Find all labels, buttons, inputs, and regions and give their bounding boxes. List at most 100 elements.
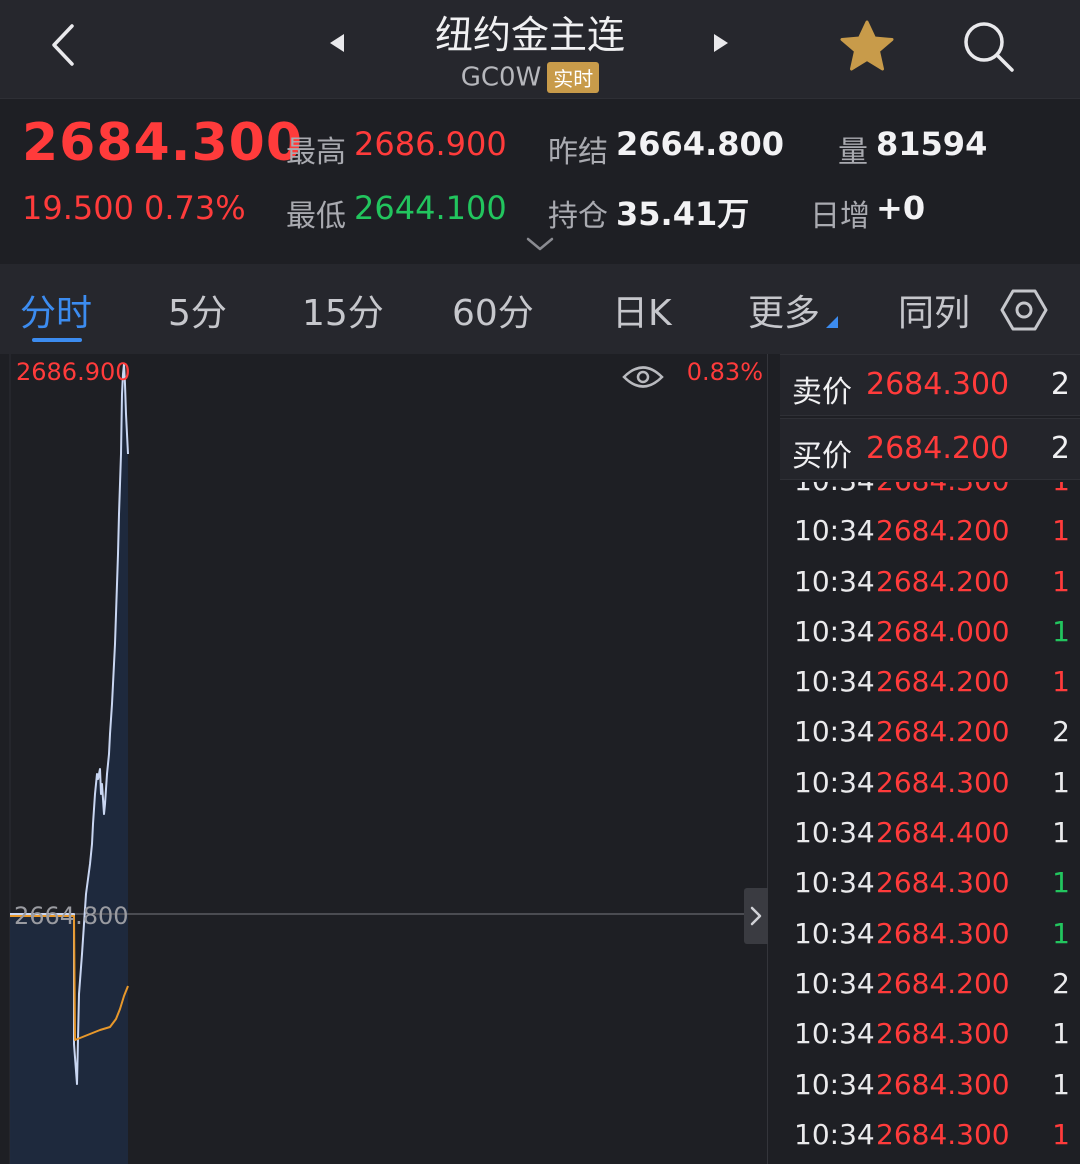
search-icon — [964, 22, 1014, 72]
tick-time: 10:34 — [794, 564, 875, 598]
chart-settings-button[interactable] — [1000, 286, 1048, 334]
tab-60min[interactable]: 60分 — [452, 284, 534, 336]
eye-toggle-button[interactable] — [622, 362, 664, 392]
tick-price: 2684.300 — [876, 1117, 1010, 1151]
prev-settle-value: 2664.800 — [616, 125, 785, 163]
tab-15min[interactable]: 15分 — [302, 284, 384, 336]
search-button[interactable] — [958, 16, 1018, 76]
tick-price: 2684.200 — [876, 564, 1010, 598]
hexagon-settings-icon — [1000, 289, 1048, 331]
low-value: 2644.100 — [354, 189, 507, 227]
tick-price: 2684.000 — [876, 614, 1010, 648]
tick-row: 10:34 2684.200 2 — [780, 707, 1080, 757]
favorite-button[interactable] — [838, 18, 896, 76]
chart-base-label: 2664.800 — [14, 902, 129, 930]
tick-price: 2684.300 — [876, 765, 1010, 799]
tick-volume: 1 — [1052, 665, 1070, 699]
ask-row[interactable]: 卖价 2684.300 2 — [780, 354, 1080, 416]
tick-row: 10:34 2684.200 2 — [780, 959, 1080, 1009]
bid-price: 2684.200 — [866, 431, 1010, 466]
tick-row: 10:34 2684.200 1 — [780, 657, 1080, 707]
open-interest-label: 持仓 — [548, 199, 608, 234]
prev-contract-arrow-icon[interactable] — [330, 34, 344, 52]
tab-same-series[interactable]: 同列 — [898, 284, 970, 336]
tick-price: 2684.300 — [876, 916, 1010, 950]
volume-label: 量 — [838, 135, 868, 170]
expand-quote-button[interactable] — [526, 235, 554, 253]
top-bar: 纽约金主连 GC0W 实时 — [0, 0, 1080, 98]
tick-price: 2684.300 — [876, 866, 1010, 900]
tick-row: 10:34 2684.000 1 — [780, 607, 1080, 657]
tick-volume: 1 — [1052, 1117, 1070, 1151]
tick-volume: 1 — [1052, 765, 1070, 799]
contract-code-line: GC0W 实时 — [380, 62, 680, 93]
tick-volume: 1 — [1052, 514, 1070, 548]
chevron-right-icon — [750, 906, 762, 926]
tick-volume: 1 — [1052, 564, 1070, 598]
tick-time: 10:34 — [794, 966, 875, 1000]
tick-time: 10:34 — [794, 1017, 875, 1051]
contract-code: GC0W — [460, 62, 542, 93]
ask-price: 2684.300 — [866, 367, 1010, 402]
tick-price: 2684.300 — [876, 482, 1010, 497]
page-title: 纽约金主连 — [434, 13, 625, 57]
price-area-fill — [10, 364, 128, 1164]
bid-label: 买价 — [792, 439, 852, 474]
ask-label: 卖价 — [792, 375, 852, 410]
chart-pct-label: 0.83% — [686, 358, 763, 386]
ask-quantity: 2 — [1050, 367, 1070, 402]
tick-time: 10:34 — [794, 916, 875, 950]
tick-row: 10:342684.300 1 — [780, 1110, 1080, 1160]
star-icon — [840, 20, 894, 71]
realtime-badge: 实时 — [547, 62, 600, 93]
tick-time: 10:34 — [794, 514, 875, 548]
tick-volume: 2 — [1052, 715, 1070, 749]
more-dropdown-icon — [826, 316, 838, 328]
high-label: 最高 — [286, 135, 346, 170]
tick-time: 10:34 — [794, 1117, 875, 1151]
tick-list-inner: 10:342684.300110:342684.200110:342684.20… — [780, 482, 1080, 1160]
tick-price: 2684.400 — [876, 816, 1010, 850]
tick-time: 10:34 — [794, 482, 875, 497]
low-label: 最低 — [286, 199, 346, 234]
tick-volume: 1 — [1052, 816, 1070, 850]
tick-price: 2684.300 — [876, 1067, 1010, 1101]
next-contract-arrow-icon[interactable] — [714, 34, 728, 52]
tick-volume: 1 — [1052, 1017, 1070, 1051]
tick-row: 10:34 2684.400 1 — [780, 808, 1080, 858]
tab-daily-k[interactable]: 日K — [612, 284, 672, 336]
tick-row: 10:34 2684.200 1 — [780, 557, 1080, 607]
tick-volume: 1 — [1052, 482, 1070, 497]
tab-more[interactable]: 更多 — [748, 284, 820, 336]
price-change: 19.500 — [22, 189, 134, 227]
tick-row: 10:342684.300 1 — [780, 909, 1080, 959]
last-price: 2684.300 — [22, 113, 304, 173]
tick-time: 10:34 — [794, 715, 875, 749]
open-interest-value: 35.41万 — [616, 195, 750, 233]
tab-5min[interactable]: 5分 — [168, 284, 227, 336]
tick-row: 10:342684.300 1 — [780, 1060, 1080, 1110]
tick-row: 10:34 2684.200 1 — [780, 506, 1080, 556]
tick-time: 10:34 — [794, 765, 875, 799]
prev-settle-label: 昨结 — [548, 135, 608, 170]
collapse-side-panel-button[interactable] — [744, 888, 768, 944]
tick-volume: 2 — [1052, 966, 1070, 1000]
chevron-left-icon — [52, 24, 74, 66]
tick-list[interactable]: 10:342684.300110:342684.200110:342684.20… — [780, 482, 1080, 1164]
back-button[interactable] — [40, 20, 90, 70]
tick-volume: 1 — [1052, 1067, 1070, 1101]
tick-price: 2684.200 — [876, 514, 1010, 548]
tick-price: 2684.200 — [876, 966, 1010, 1000]
volume-value: 81594 — [876, 125, 988, 163]
tick-time: 10:34 — [794, 866, 875, 900]
tick-time: 10:34 — [794, 816, 875, 850]
intraday-chart[interactable]: 2686.900 0.83% 2664.800 — [0, 354, 768, 1164]
tab-intraday[interactable]: 分时 — [20, 284, 92, 336]
tick-price: 2684.300 — [876, 1017, 1010, 1051]
daily-increase-label: 日增 — [810, 199, 870, 234]
high-value: 2686.900 — [354, 125, 507, 163]
bid-row[interactable]: 买价 2684.200 2 — [780, 418, 1080, 480]
bid-quantity: 2 — [1050, 431, 1070, 466]
tick-row: 10:342684.300 1 — [780, 482, 1080, 506]
tick-price: 2684.200 — [876, 715, 1010, 749]
